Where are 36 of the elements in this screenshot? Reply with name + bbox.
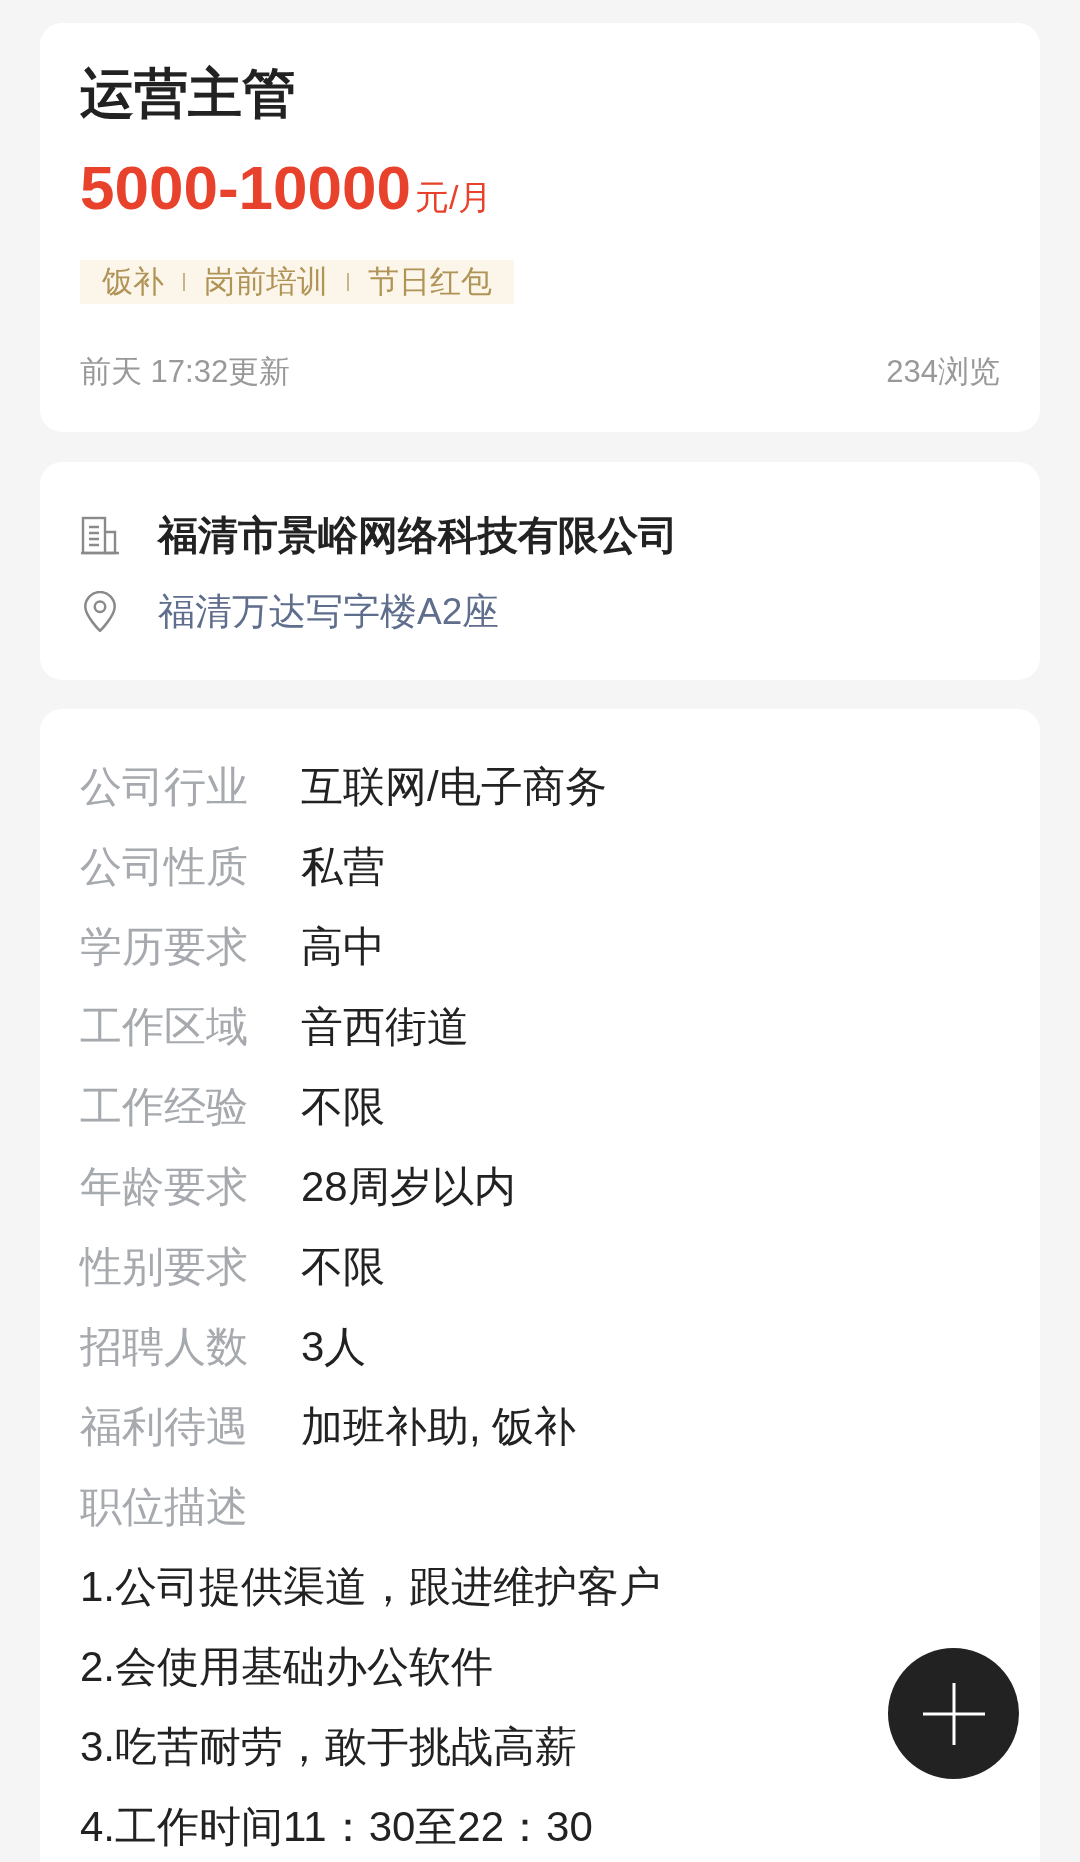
view-count: 234浏览: [886, 353, 1000, 391]
field-value: 3人: [301, 1323, 367, 1371]
description-line: 1.公司提供渠道，跟进维护客户: [80, 1563, 662, 1611]
salary-amount: 5000-10000: [80, 152, 411, 224]
field-label: 性别要求: [80, 1243, 248, 1291]
field-value: 不限: [301, 1243, 385, 1291]
field-label: 学历要求: [80, 923, 248, 971]
field-value: 不限: [301, 1083, 385, 1131]
field-value: 加班补助, 饭补: [301, 1403, 577, 1451]
building-icon: [80, 515, 120, 555]
field-label: 公司性质: [80, 843, 248, 891]
field-value: 高中: [301, 923, 385, 971]
description-label: 职位描述: [80, 1483, 248, 1531]
field-label: 年龄要求: [80, 1163, 248, 1211]
benefit-tag: 饭补: [102, 262, 164, 302]
field-value: 互联网/电子商务: [301, 763, 607, 811]
description-line: 2.会使用基础办公软件: [80, 1643, 494, 1691]
benefit-tag: 节日红包: [368, 262, 492, 302]
field-label: 福利待遇: [80, 1403, 248, 1451]
job-title: 运营主管: [80, 62, 296, 124]
field-label: 公司行业: [80, 763, 248, 811]
field-label: 工作区域: [80, 1003, 248, 1051]
salary-unit: 元/月: [415, 177, 493, 217]
field-value: 28周岁以内: [301, 1163, 516, 1211]
update-time: 前天 17:32更新: [80, 353, 291, 391]
field-label: 招聘人数: [80, 1323, 248, 1371]
plus-icon: [922, 1682, 985, 1745]
description-line: 3.吃苦耐劳，敢于挑战高薪: [80, 1723, 578, 1771]
field-label: 工作经验: [80, 1083, 248, 1131]
location-icon: [83, 591, 117, 633]
description-line: 4.工作时间11：30至22：30: [80, 1803, 593, 1851]
field-value: 音西街道: [301, 1003, 469, 1051]
company-address: 福清万达写字楼A2座: [158, 590, 500, 634]
field-value: 私营: [301, 843, 385, 891]
benefit-tag: 岗前培训: [204, 262, 328, 302]
company-name: 福清市景峪网络科技有限公司: [158, 512, 678, 559]
